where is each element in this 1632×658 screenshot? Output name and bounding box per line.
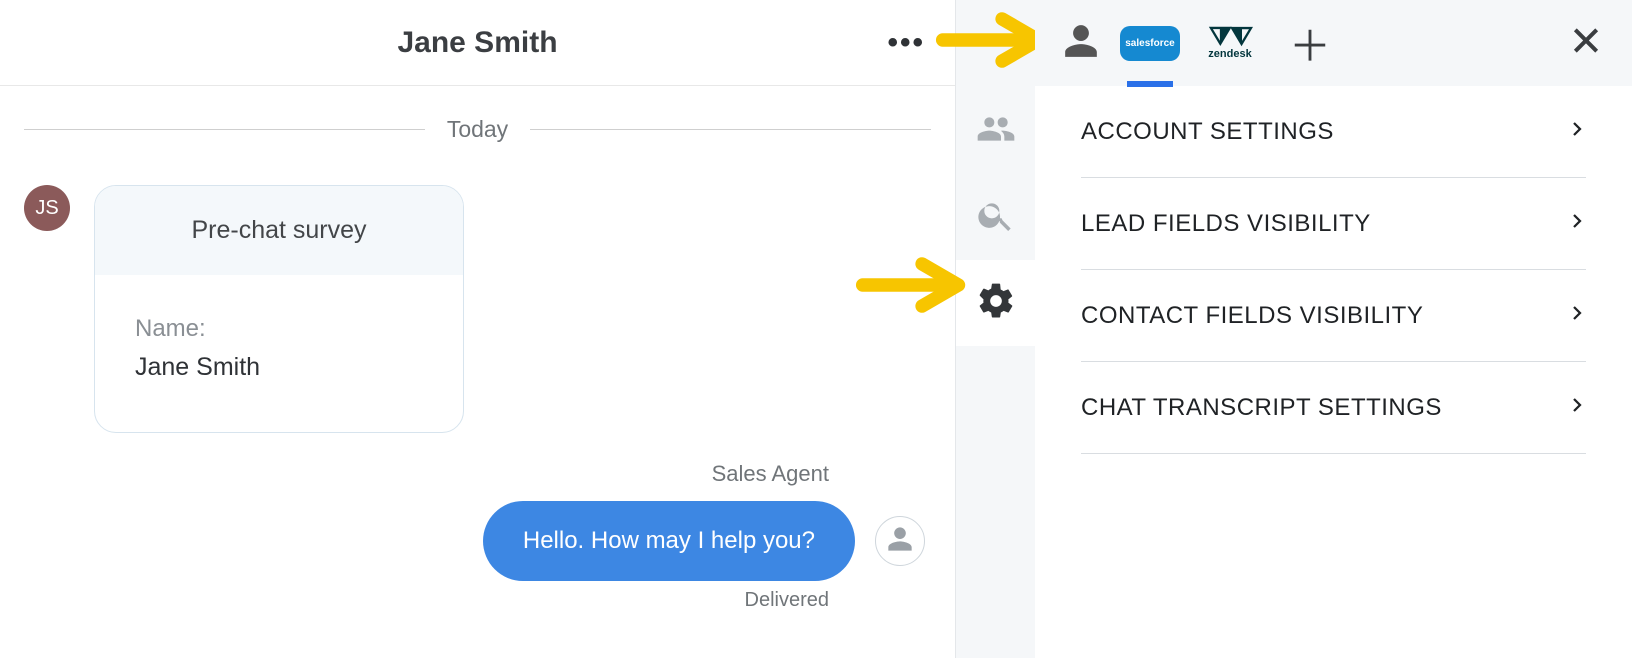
menu-item-label: CONTACT FIELDS VISIBILITY bbox=[1081, 302, 1423, 330]
gear-icon bbox=[976, 281, 1016, 326]
menu-chat-transcript-settings[interactable]: CHAT TRANSCRIPT SETTINGS bbox=[1081, 362, 1586, 454]
menu-item-label: CHAT TRANSCRIPT SETTINGS bbox=[1081, 394, 1442, 422]
survey-body: Name: Jane Smith bbox=[95, 275, 463, 432]
plus-icon: ＋ bbox=[1289, 13, 1331, 74]
message-status: Delivered bbox=[745, 589, 829, 612]
settings-panel: salesforce ⧩⧨ zendesk ＋ ACCOUNT SETTINGS bbox=[1035, 0, 1632, 658]
outgoing-line: Hello. How may I help you? bbox=[483, 501, 925, 581]
menu-account-settings[interactable]: ACCOUNT SETTINGS bbox=[1081, 86, 1586, 178]
chevron-right-icon bbox=[1568, 304, 1586, 327]
agent-avatar bbox=[875, 516, 925, 566]
day-separator: Today bbox=[24, 116, 931, 143]
zendesk-icon: ⧩⧨ zendesk bbox=[1208, 26, 1251, 60]
agent-name: Sales Agent bbox=[712, 461, 829, 487]
chat-body: Today JS Pre-chat survey Name: Jane Smit… bbox=[0, 86, 955, 658]
integration-sidebar bbox=[955, 0, 1035, 658]
day-label: Today bbox=[425, 116, 530, 143]
sidebar-search-button[interactable] bbox=[956, 174, 1036, 260]
search-icon bbox=[976, 195, 1016, 240]
close-icon bbox=[1570, 44, 1602, 61]
salesforce-tab[interactable]: salesforce bbox=[1119, 14, 1181, 72]
chevron-right-icon bbox=[1568, 120, 1586, 143]
customer-avatar: JS bbox=[24, 185, 70, 231]
zendesk-label: zendesk bbox=[1208, 48, 1251, 60]
incoming-message-row: JS Pre-chat survey Name: Jane Smith bbox=[24, 185, 931, 433]
survey-name-label: Name: bbox=[135, 315, 423, 343]
person-icon bbox=[1062, 22, 1100, 65]
chevron-right-icon bbox=[1568, 212, 1586, 235]
menu-item-label: LEAD FIELDS VISIBILITY bbox=[1081, 210, 1371, 238]
menu-item-label: ACCOUNT SETTINGS bbox=[1081, 118, 1334, 146]
outgoing-message-row: Sales Agent Hello. How may I help you? D… bbox=[24, 461, 931, 612]
people-icon bbox=[976, 109, 1016, 154]
separator-line bbox=[24, 129, 425, 130]
agent-message-bubble: Hello. How may I help you? bbox=[483, 501, 855, 581]
profile-tab[interactable] bbox=[1061, 23, 1101, 63]
add-integration-button[interactable]: ＋ bbox=[1279, 14, 1341, 72]
close-panel-button[interactable] bbox=[1570, 25, 1602, 62]
sidebar-people-button[interactable] bbox=[956, 88, 1036, 174]
person-icon bbox=[886, 525, 914, 558]
survey-title: Pre-chat survey bbox=[95, 186, 463, 275]
separator-line bbox=[530, 129, 931, 130]
chevron-right-icon bbox=[1568, 396, 1586, 419]
zendesk-tab[interactable]: ⧩⧨ zendesk bbox=[1199, 14, 1261, 72]
chat-column: Jane Smith ••• Today JS Pre-chat survey … bbox=[0, 0, 955, 658]
integration-tab-bar: salesforce ⧩⧨ zendesk ＋ bbox=[1035, 0, 1632, 86]
survey-name-value: Jane Smith bbox=[135, 353, 423, 382]
chat-title: Jane Smith bbox=[397, 26, 557, 60]
settings-menu: ACCOUNT SETTINGS LEAD FIELDS VISIBILITY … bbox=[1035, 86, 1632, 454]
menu-contact-fields-visibility[interactable]: CONTACT FIELDS VISIBILITY bbox=[1081, 270, 1586, 362]
more-options-button[interactable]: ••• bbox=[887, 26, 925, 60]
sidebar-settings-button[interactable] bbox=[956, 260, 1036, 346]
chat-header: Jane Smith ••• bbox=[0, 0, 955, 86]
salesforce-icon: salesforce bbox=[1120, 26, 1179, 61]
prechat-survey-card: Pre-chat survey Name: Jane Smith bbox=[94, 185, 464, 433]
menu-lead-fields-visibility[interactable]: LEAD FIELDS VISIBILITY bbox=[1081, 178, 1586, 270]
